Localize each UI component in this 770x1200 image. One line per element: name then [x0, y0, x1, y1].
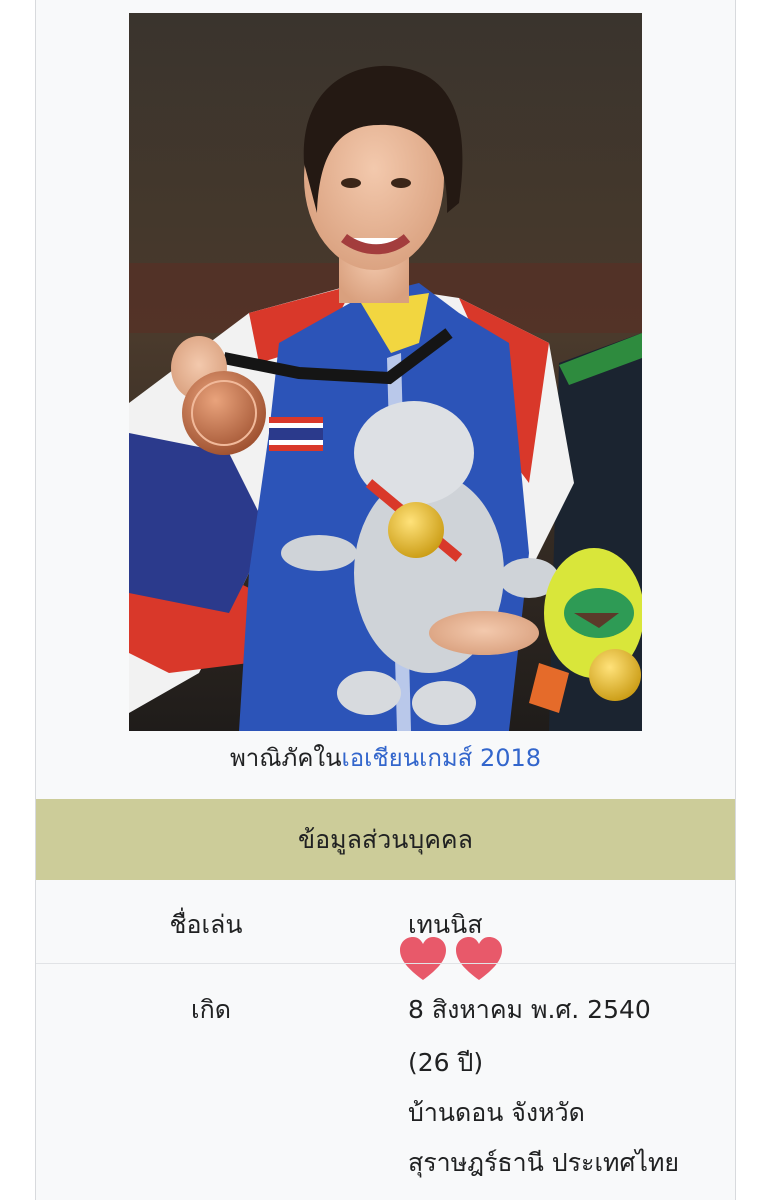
infobox: พาณิภัคในเอเชียนเกมส์ 2018 ข้อมูลส่วนบุค… [35, 0, 736, 1200]
asian-games-2018-link[interactable]: เอเชียนเกมส์ 2018 [342, 744, 542, 772]
birthplace-link-ban-don[interactable]: บ้านดอน จังหวัด [408, 1093, 585, 1133]
athlete-photo-illustration [129, 13, 642, 731]
born-age: (26 ปี) [408, 1048, 484, 1077]
photo-caption: พาณิภัคในเอเชียนเกมส์ 2018 [36, 740, 735, 776]
heart-icon [400, 937, 446, 980]
row-divider [36, 963, 735, 964]
born-label: เกิด [191, 995, 231, 1024]
nickname-label: ชื่อเล่น [169, 910, 243, 939]
caption-text: พาณิภัคใน [229, 744, 342, 772]
athlete-photo[interactable] [129, 13, 642, 731]
heart-icon [456, 937, 502, 980]
born-date: 8 สิงหาคม พ.ศ. 2540 [408, 995, 651, 1024]
birthplace-link-surat-thani[interactable]: สุราษฎร์ธานี ประเทศไทย [408, 1143, 679, 1183]
section-header-personal-info: ข้อมูลส่วนบุคคล [36, 799, 735, 880]
